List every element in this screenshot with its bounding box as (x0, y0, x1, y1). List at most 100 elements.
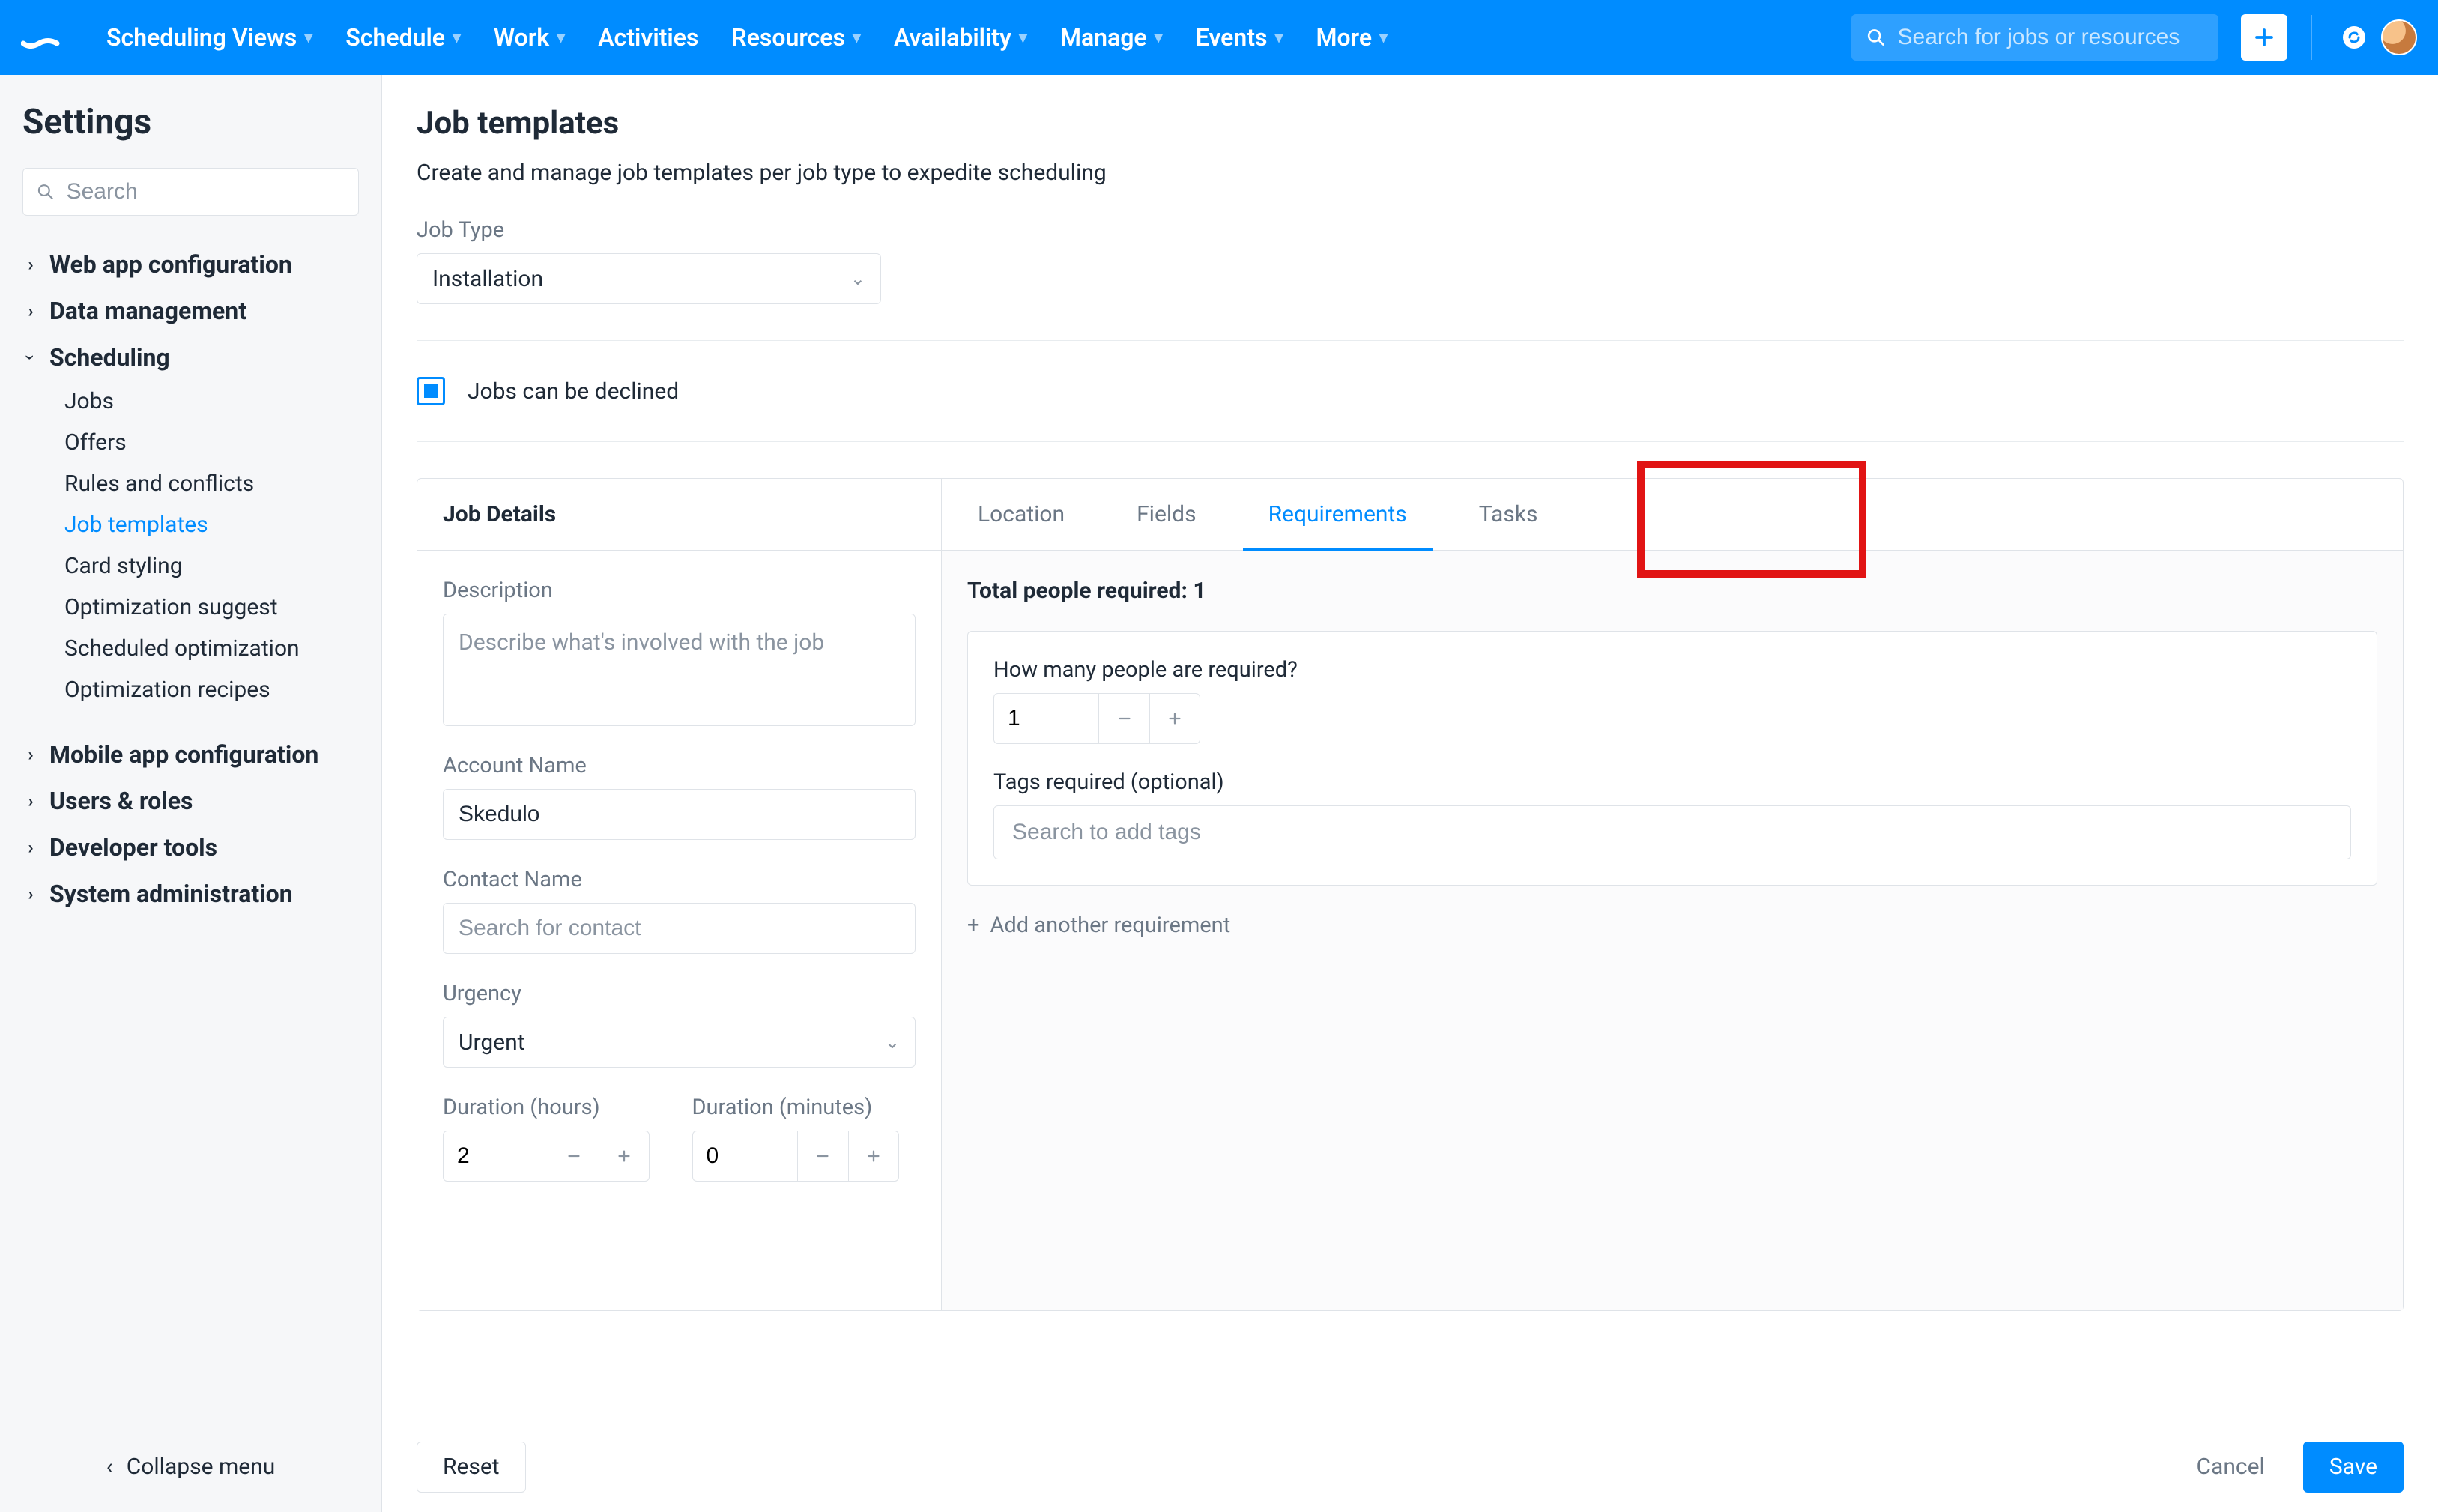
plus-icon (1167, 710, 1183, 727)
collapse-menu[interactable]: ‹ Collapse menu (0, 1421, 381, 1512)
chevron-right-icon: › (22, 837, 39, 858)
search-icon (37, 182, 55, 202)
jobs-declined-checkbox[interactable] (417, 377, 445, 405)
checkbox-inner (424, 384, 438, 398)
nav-work[interactable]: Work▾ (480, 16, 578, 59)
sidebar-group-system-admin[interactable]: › System administration (22, 871, 359, 917)
contact-label: Contact Name (443, 867, 916, 892)
page-subtitle: Create and manage job templates per job … (417, 160, 2404, 186)
duration-minutes-label: Duration (minutes) (692, 1095, 916, 1120)
sync-icon[interactable] (2336, 19, 2372, 55)
nav-scheduling-views[interactable]: Scheduling Views▾ (93, 16, 326, 59)
sidebar-item-optimization-recipes[interactable]: Optimization recipes (64, 669, 359, 710)
urgency-label: Urgency (443, 981, 916, 1006)
sidebar-item-scheduled-optimization[interactable]: Scheduled optimization (64, 628, 359, 669)
collapse-menu-label: Collapse menu (127, 1454, 276, 1480)
tab-location[interactable]: Location (942, 479, 1101, 550)
sidebar-group-web-app[interactable]: ›Web app configuration (22, 241, 359, 288)
nav-manage[interactable]: Manage▾ (1047, 16, 1176, 59)
sidebar-item-offers[interactable]: Offers (64, 422, 359, 463)
sidebar-search-input[interactable] (65, 178, 345, 205)
people-required-input[interactable] (993, 693, 1098, 744)
divider (417, 441, 2404, 442)
people-required-label: How many people are required? (993, 657, 2351, 683)
nav-label: Events (1196, 23, 1268, 52)
sidebar-group-data-management[interactable]: ›Data management (22, 288, 359, 334)
nav-events[interactable]: Events ▾ (1182, 16, 1297, 59)
duration-minutes-input[interactable] (692, 1131, 797, 1182)
reset-button[interactable]: Reset (417, 1442, 526, 1493)
nav-items: Scheduling Views▾ Schedule ▾ Work▾ Activi… (93, 16, 1401, 59)
global-search-input[interactable] (1896, 24, 2203, 51)
divider (417, 340, 2404, 341)
logo[interactable] (21, 24, 63, 51)
nav-more[interactable]: More▾ (1303, 16, 1402, 59)
urgency-select[interactable]: Urgent ⌄ (443, 1017, 916, 1068)
sidebar-group-mobile-app[interactable]: ›Mobile app configuration (22, 731, 359, 778)
sidebar-search[interactable] (22, 168, 359, 216)
minus-icon (566, 1148, 582, 1164)
sidebar-group-scheduling[interactable]: ›Scheduling (22, 334, 359, 381)
chevron-down-icon: ▾ (1274, 28, 1283, 47)
chevron-down-icon: ⌄ (850, 268, 865, 289)
stepper-minus-button[interactable] (797, 1131, 848, 1182)
sidebar-item-job-templates[interactable]: Job templates (64, 504, 359, 545)
add-button[interactable] (2241, 14, 2287, 61)
nav-label: Manage (1060, 23, 1147, 52)
chevron-down-icon: ▾ (853, 28, 861, 47)
sidebar-item-rules[interactable]: Rules and conflicts (64, 463, 359, 504)
account-label: Account Name (443, 753, 916, 778)
tags-required-label: Tags required (optional) (993, 769, 2351, 795)
tab-row: Job Details Location Fields Requirements… (417, 479, 2403, 551)
sidebar-group-label: System administration (49, 880, 293, 908)
chevron-down-icon: ▾ (453, 28, 461, 47)
page-title: Job templates (417, 105, 2404, 142)
chevron-right-icon: › (22, 300, 39, 321)
requirement-card: How many people are required? Tags requi… (967, 631, 2377, 886)
avatar[interactable] (2381, 19, 2417, 55)
tab-job-details[interactable]: Job Details (417, 479, 942, 550)
stepper-plus-button[interactable] (1149, 693, 1200, 744)
sidebar-sublist-scheduling: Jobs Offers Rules and conflicts Job temp… (22, 381, 359, 710)
top-nav: Scheduling Views▾ Schedule ▾ Work▾ Activi… (0, 0, 2438, 75)
stepper-plus-button[interactable] (599, 1131, 650, 1182)
tab-fields[interactable]: Fields (1101, 479, 1232, 550)
plus-icon: + (967, 913, 979, 938)
sidebar-item-card-styling[interactable]: Card styling (64, 545, 359, 587)
chevron-left-icon: ‹ (106, 1454, 113, 1480)
nav-label: Activities (598, 23, 698, 52)
stepper-minus-button[interactable] (1098, 693, 1149, 744)
duration-hours-label: Duration (hours) (443, 1095, 667, 1120)
stepper-minus-button[interactable] (548, 1131, 599, 1182)
tab-tasks[interactable]: Tasks (1443, 479, 1574, 550)
stepper-plus-button[interactable] (848, 1131, 899, 1182)
add-requirement-link[interactable]: + Add another requirement (967, 913, 2377, 938)
sidebar-group-label: Developer tools (49, 833, 217, 862)
sidebar-group-developer-tools[interactable]: › Developer tools (22, 824, 359, 871)
tags-search-input[interactable] (1011, 819, 2334, 846)
nav-schedule[interactable]: Schedule ▾ (332, 16, 474, 59)
description-input[interactable] (443, 614, 916, 726)
job-type-select[interactable]: Installation ⌄ (417, 253, 881, 304)
duration-hours-input[interactable] (443, 1131, 548, 1182)
minus-icon (814, 1148, 831, 1164)
nav-availability[interactable]: Availability▾ (880, 16, 1041, 59)
nav-activities[interactable]: Activities (584, 16, 712, 59)
sidebar-group-users-roles[interactable]: ›Users & roles (22, 778, 359, 824)
global-search[interactable] (1851, 14, 2218, 61)
sidebar-title: Settings (22, 102, 359, 142)
contact-input[interactable] (443, 903, 916, 954)
chevron-down-icon: › (20, 349, 41, 366)
chevron-right-icon: › (22, 883, 39, 904)
tags-search[interactable] (993, 805, 2351, 859)
sidebar-item-optimization-suggest[interactable]: Optimization suggest (64, 587, 359, 628)
tabs-card: Job Details Location Fields Requirements… (417, 478, 2404, 1311)
duration-minutes-stepper (692, 1131, 916, 1182)
save-button[interactable]: Save (2303, 1442, 2404, 1493)
nav-resources[interactable]: Resources▾ (718, 16, 874, 59)
account-input[interactable] (443, 789, 916, 840)
nav-label: Schedule (345, 23, 445, 52)
tab-requirements[interactable]: Requirements (1232, 479, 1443, 550)
sidebar-item-jobs[interactable]: Jobs (64, 381, 359, 422)
cancel-button[interactable]: Cancel (2171, 1442, 2291, 1493)
